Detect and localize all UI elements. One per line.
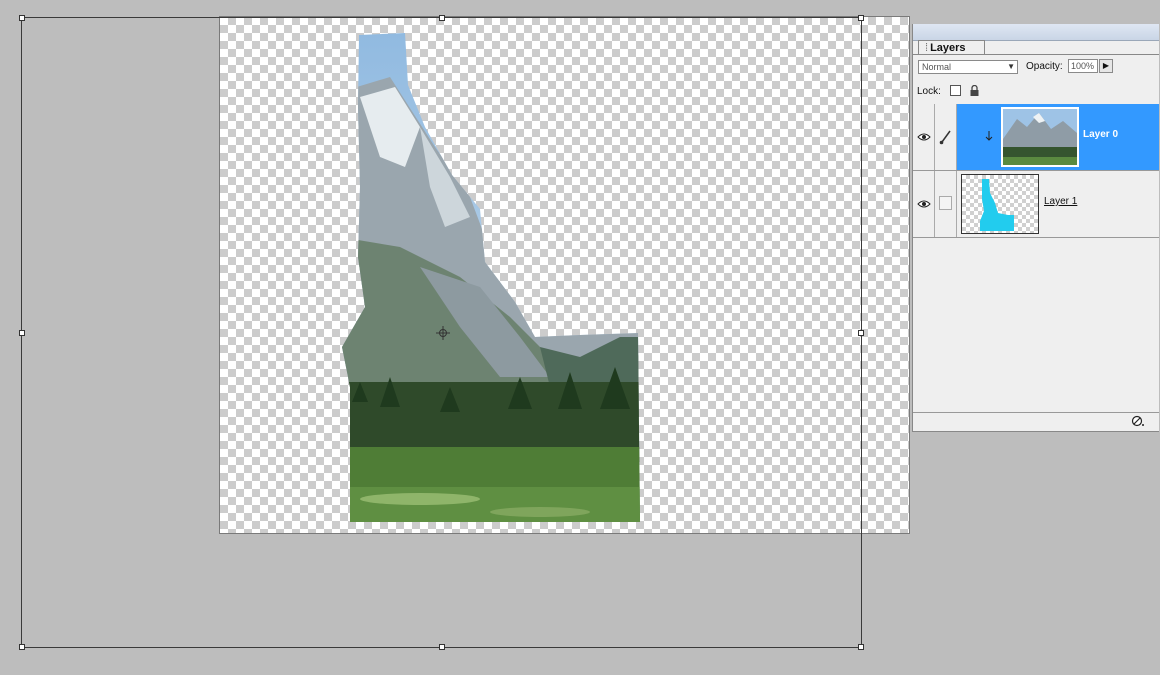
opacity-slider-button[interactable]: ▶	[1099, 59, 1113, 73]
layer-edit-toggle[interactable]	[935, 104, 957, 170]
tab-label: Layers	[930, 42, 966, 54]
layer-row-layer-0[interactable]: Layer 0	[913, 104, 1159, 171]
transform-handle-bottom[interactable]	[439, 644, 445, 650]
tab-layers[interactable]: ⁞ Layers	[918, 40, 985, 55]
chevron-down-icon: ▼	[1007, 62, 1015, 71]
opacity-value: 100%	[1071, 61, 1095, 71]
transform-handle-top[interactable]	[439, 15, 445, 21]
clipped-landscape-image	[342, 33, 640, 522]
transform-handle-top-right[interactable]	[858, 15, 864, 21]
layer-row-layer-1[interactable]: Layer 1	[913, 171, 1159, 238]
opacity-input[interactable]: 100%	[1068, 59, 1098, 73]
layer-name[interactable]: Layer 1	[1044, 196, 1077, 207]
brush-icon	[939, 130, 951, 145]
document-canvas[interactable]	[219, 16, 910, 534]
panel-title-bar[interactable]	[913, 24, 1159, 41]
layer-thumbnail	[1001, 107, 1079, 167]
visibility-toggle[interactable]	[913, 104, 935, 170]
visibility-toggle[interactable]	[913, 171, 935, 237]
blend-mode-value: Normal	[922, 62, 952, 72]
pivot-point-icon[interactable]	[436, 326, 450, 340]
layers-panel: ⁞Layers Normal ▼ Opacity: 100% ▶ Lock:	[912, 24, 1159, 432]
layer-name[interactable]: Layer 0	[1083, 129, 1118, 140]
opacity-label: Opacity:	[1026, 61, 1063, 72]
eye-icon	[917, 200, 931, 208]
panel-footer	[913, 412, 1159, 431]
eye-icon	[917, 133, 931, 141]
clipping-mask-arrow-icon	[985, 131, 993, 141]
transform-handle-left[interactable]	[19, 330, 25, 336]
layer-edit-toggle[interactable]	[935, 171, 957, 237]
transform-handle-bottom-right[interactable]	[858, 644, 864, 650]
blend-mode-select[interactable]: Normal ▼	[918, 60, 1018, 74]
transform-handle-top-left[interactable]	[19, 15, 25, 21]
layer-body[interactable]: Layer 0	[957, 104, 1159, 170]
layer-style-icon[interactable]	[1131, 415, 1145, 427]
tab-grip-icon: ⁞	[925, 42, 929, 54]
transform-handle-right[interactable]	[858, 330, 864, 336]
empty-link-box	[939, 196, 952, 210]
layer-thumbnail	[961, 174, 1039, 234]
transform-handle-bottom-left[interactable]	[19, 644, 25, 650]
lock-label: Lock:	[917, 86, 941, 97]
tab-divider	[913, 54, 1159, 55]
lock-all-icon[interactable]	[969, 85, 980, 97]
lock-transparency-icon[interactable]	[950, 85, 961, 96]
layer-body[interactable]: Layer 1	[957, 171, 1159, 237]
